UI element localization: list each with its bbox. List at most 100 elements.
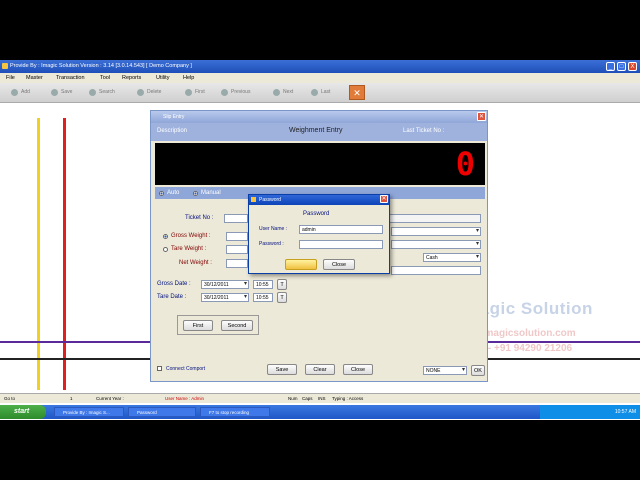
menu-file[interactable]: File: [6, 75, 15, 81]
last-ticket-label: Last Ticket No :: [403, 128, 445, 134]
toolbar-save-button[interactable]: Save: [50, 86, 72, 99]
app-icon: [2, 63, 8, 69]
status-typing: Typing : Access: [332, 396, 364, 401]
menu-reports[interactable]: Reports: [122, 75, 141, 81]
purple-line: [0, 341, 152, 343]
slip-dialog-close-icon[interactable]: ✕: [477, 112, 486, 121]
app-screen: Provide By : Imagic Solution Version : 3…: [0, 60, 640, 420]
system-tray: 10:57 AM: [540, 405, 640, 419]
delete-icon: [137, 89, 144, 96]
menu-tool[interactable]: Tool: [100, 75, 110, 81]
tare-weight-field[interactable]: [226, 245, 248, 254]
password-ok-button[interactable]: [285, 259, 317, 270]
menu-help[interactable]: Help: [183, 75, 194, 81]
connect-comport-label: Connect Comport: [166, 366, 206, 372]
password-label: Password :: [259, 241, 284, 247]
printer-combo[interactable]: NONE: [423, 366, 467, 375]
tare-date-label: Tare Date :: [157, 294, 187, 300]
taskbar-item-app[interactable]: Provide By : Imagic S...: [54, 407, 124, 417]
gross-weight-field[interactable]: [226, 232, 248, 241]
payment-combo[interactable]: Cash: [423, 253, 481, 262]
username-field[interactable]: admin: [299, 225, 383, 234]
maximize-button[interactable]: □: [617, 62, 626, 71]
gross-date-label: Gross Date :: [157, 281, 191, 287]
tare-time-button[interactable]: T: [277, 292, 287, 303]
toolbar-last-button[interactable]: Last: [310, 86, 330, 99]
minimize-button[interactable]: _: [606, 62, 615, 71]
clock: 10:57 AM: [614, 409, 636, 415]
ticket-no-field[interactable]: [224, 214, 248, 223]
tare-weight-label: Tare Weight :: [171, 246, 207, 252]
close-button[interactable]: Close: [343, 364, 373, 375]
status-f1: Go to: [4, 396, 16, 401]
party-combo[interactable]: [391, 227, 481, 236]
toolbar-first-button[interactable]: First: [184, 86, 205, 99]
slip-dialog-title: Slip Entry: [163, 114, 185, 120]
tare-time-field[interactable]: 10:55: [253, 293, 273, 302]
window-title: Provide By : Imagic Solution Version : 3…: [10, 63, 192, 69]
toolbar-delete-button[interactable]: Delete: [136, 86, 161, 99]
username-label: User Name :: [259, 226, 288, 232]
save-button[interactable]: Save: [267, 364, 297, 375]
password-dialog: Password ✕ Password User Name : admin Pa…: [248, 194, 390, 274]
window-close-button[interactable]: X: [628, 62, 637, 71]
black-line-right: [488, 358, 640, 360]
start-button[interactable]: start: [0, 405, 46, 419]
slip-dialog-titlebar: Slip Entry ✕: [151, 111, 487, 123]
net-weight-field[interactable]: [226, 259, 248, 268]
taskbar-item-recorder[interactable]: F7 to stop recording: [200, 407, 270, 417]
connect-comport-checkbox[interactable]: [157, 366, 162, 371]
gross-weight-label: Gross Weight :: [171, 233, 211, 239]
last-icon: [311, 89, 318, 96]
item-combo[interactable]: [391, 240, 481, 249]
next-icon: [273, 89, 280, 96]
menu-transaction[interactable]: Transaction: [56, 75, 85, 81]
ok-button[interactable]: OK: [471, 365, 485, 376]
taskbar-item-password[interactable]: Password: [128, 407, 196, 417]
previous-icon: [221, 89, 228, 96]
manual-label: Manual: [201, 190, 221, 196]
gross-time-field[interactable]: 10:55: [253, 280, 273, 289]
menu-utility[interactable]: Utility: [156, 75, 169, 81]
tare-date-field[interactable]: 30/12/2011: [201, 293, 249, 302]
description-label: Description: [157, 128, 188, 134]
menu-master[interactable]: Master: [26, 75, 43, 81]
status-caps: Caps: [302, 396, 313, 401]
status-num: Num: [288, 396, 298, 401]
tare-weight-radio[interactable]: [163, 247, 168, 252]
gross-time-button[interactable]: T: [277, 279, 287, 290]
black-line: [0, 358, 152, 360]
taskbar: start Provide By : Imagic S... Password …: [0, 405, 640, 419]
weighment-entry-heading: Weighment Entry: [289, 127, 343, 134]
window-titlebar: Provide By : Imagic Solution Version : 3…: [0, 60, 640, 73]
first-icon: [185, 89, 192, 96]
save-icon: [51, 89, 58, 96]
weight-display: 0: [155, 143, 485, 185]
manual-radio[interactable]: [193, 191, 198, 196]
gross-date-field[interactable]: 30/12/2011: [201, 280, 249, 289]
ticket-no-label: Ticket No :: [185, 215, 214, 221]
key-icon: [251, 197, 256, 202]
toolbar-previous-button[interactable]: Previous: [220, 86, 250, 99]
gross-weight-radio[interactable]: [163, 234, 168, 239]
toolbar-exit-button[interactable]: ✕: [349, 85, 365, 100]
auto-label: Auto: [167, 190, 180, 196]
second-weight-button[interactable]: Second: [221, 320, 253, 331]
password-close-icon[interactable]: ✕: [380, 195, 388, 203]
toolbar-search-button[interactable]: Search: [88, 86, 115, 99]
search-icon: [89, 89, 96, 96]
first-weight-button[interactable]: First: [183, 320, 213, 331]
net-weight-label: Net Weight :: [179, 260, 212, 266]
password-field[interactable]: [299, 240, 383, 249]
toolbar-add-button[interactable]: Add: [10, 86, 30, 99]
auto-radio[interactable]: [159, 191, 164, 196]
password-dialog-titlebar: Password ✕: [249, 195, 389, 205]
weight-display-value: 0: [455, 145, 475, 183]
toolbar-next-button[interactable]: Next: [272, 86, 293, 99]
clear-button[interactable]: Clear: [305, 364, 335, 375]
menu-bar: File Master Transaction Tool Reports Uti…: [0, 73, 640, 83]
toolbar: Add Save Search Delete First Previous Ne…: [0, 83, 640, 103]
status-bar: Go to 1 Current Year : User Name : Admin…: [0, 393, 640, 403]
remarks-field[interactable]: [391, 266, 481, 275]
password-close-button[interactable]: Close: [323, 259, 355, 270]
